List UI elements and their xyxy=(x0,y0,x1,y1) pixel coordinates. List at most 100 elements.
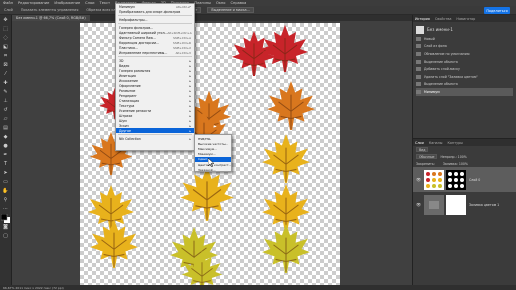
history-step[interactable]: Минимум xyxy=(416,88,513,96)
tab-history[interactable]: История xyxy=(415,17,430,21)
filter-menu-item[interactable]: Другое ▸ xyxy=(116,128,194,133)
history-step-icon xyxy=(416,67,421,72)
layer-mask-thumbnail[interactable] xyxy=(446,169,466,190)
blur-tool-icon[interactable]: ◆ xyxy=(1,133,11,141)
filter-menu-item-label: Стилизация xyxy=(119,98,140,103)
filter-menu-item[interactable]: Преобразовать для смарт-фильтров xyxy=(116,9,194,14)
menu-item[interactable]: Текст xyxy=(100,1,111,5)
filter-menu-item-label: Эскиз xyxy=(119,123,129,128)
tab-paths[interactable]: Контуры xyxy=(447,141,463,145)
color-swatches-icon[interactable] xyxy=(1,213,11,223)
submenu-item[interactable]: Заказной... xyxy=(195,167,231,172)
options-item[interactable]: Показать элементы управления xyxy=(21,8,79,12)
menu-item[interactable]: Справка xyxy=(231,1,247,5)
hand-tool-icon[interactable]: ✋ xyxy=(1,187,11,195)
layer-kind-select[interactable]: Вид xyxy=(416,147,429,152)
select-and-mask-button[interactable]: Выделение и маска... xyxy=(207,7,254,13)
filter-menu-shortcut: Shift+Ctrl+X xyxy=(173,45,191,50)
type-tool-icon[interactable]: T xyxy=(1,160,11,168)
history-brush-tool-icon[interactable]: ↺ xyxy=(1,106,11,114)
maple-leaf-image xyxy=(267,81,315,130)
stamp-tool-icon[interactable]: ⊥ xyxy=(1,97,11,105)
filter-menu-item-label: Видео xyxy=(119,63,130,68)
submenu-arrow-icon: ▸ xyxy=(189,113,191,118)
history-step-label: Удалить слой "Заливка цветом" xyxy=(424,74,478,79)
options-item[interactable]: Слой xyxy=(4,8,13,12)
history-snapshot[interactable]: Без имени-1 xyxy=(416,24,513,35)
layer-row-1[interactable]: 👁 Заливка цветом 1 xyxy=(413,192,516,217)
filter-menu-item-label: Галерея фильтров... xyxy=(119,25,154,30)
visibility-eye-icon[interactable]: 👁 xyxy=(416,202,421,207)
filter-menu-item[interactable]: Коррекция дисторсии... Shift+Ctrl+R xyxy=(116,40,194,45)
screen-mode-icon[interactable]: ▢ xyxy=(1,232,11,240)
gradient-tool-icon[interactable]: ▤ xyxy=(1,124,11,132)
menu-item[interactable]: Изображение xyxy=(54,1,80,5)
more-tools-icon[interactable]: ⋯ xyxy=(1,205,11,213)
pen-tool-icon[interactable]: ✒ xyxy=(1,151,11,159)
history-step[interactable]: Добавить слой-маску xyxy=(416,65,513,73)
filter-menu-item[interactable]: Фильтр Camera Raw... Shift+Ctrl+A xyxy=(116,35,194,40)
filter-menu-item[interactable]: Адаптивный широкий угол... Alt+Shift+Ctrl… xyxy=(116,30,194,35)
layer-mask-thumbnail[interactable] xyxy=(446,194,466,215)
history-step[interactable]: Выделение объекта xyxy=(416,58,513,66)
history-step[interactable]: Слой из фона xyxy=(416,43,513,51)
history-step[interactable]: Выделение объекта xyxy=(416,81,513,89)
tab-navigator[interactable]: Навигатор xyxy=(456,17,475,21)
options-bar: Слой Показать элементы управления Обрезк… xyxy=(0,6,516,15)
layer-row-0[interactable]: 👁 Слой 0 xyxy=(413,167,516,192)
quick-mask-icon[interactable]: ◙ xyxy=(1,223,11,231)
menu-item[interactable]: Окно xyxy=(216,1,226,5)
visibility-eye-icon[interactable]: 👁 xyxy=(416,177,421,182)
shape-tool-icon[interactable]: ▭ xyxy=(1,178,11,186)
history-step[interactable]: Удалить слой "Заливка цветом" xyxy=(416,73,513,81)
filter-menu-shortcut: Shift+Ctrl+R xyxy=(173,40,191,45)
submenu-arrow-icon: ▸ xyxy=(189,78,191,83)
filter-menu-item-label: Рендеринг xyxy=(119,93,137,98)
menu-item[interactable]: Плагины xyxy=(194,1,211,5)
filter-menu-item[interactable]: Nik Collection ▸ xyxy=(116,136,194,141)
share-button[interactable]: Поделиться xyxy=(484,7,510,14)
submenu-arrow-icon: ▸ xyxy=(189,108,191,113)
submenu-item[interactable]: Высокие частоты... xyxy=(195,141,231,146)
filter-menu-item-label: Текстура xyxy=(119,103,135,108)
history-step-icon xyxy=(416,89,421,94)
history-step-label: Выделение объекта xyxy=(424,59,458,64)
submenu-arrow-icon: ▸ xyxy=(189,98,191,103)
dodge-tool-icon[interactable]: ● xyxy=(1,142,11,150)
history-step-icon xyxy=(416,44,421,49)
maple-leaf-image xyxy=(181,250,223,285)
filter-menu-item[interactable]: Нейрофильтры... xyxy=(116,17,194,22)
zoom-tool-icon[interactable]: ⚲ xyxy=(1,196,11,204)
brush-tool-icon[interactable]: ✎ xyxy=(1,88,11,96)
tab-layers[interactable]: Слои xyxy=(415,141,424,145)
menu-item[interactable]: Файл xyxy=(3,1,13,5)
move-tool-icon[interactable]: ✥ xyxy=(1,16,11,24)
layer-name: Заливка цветом 1 xyxy=(469,202,500,207)
tab-properties[interactable]: Свойства xyxy=(435,17,452,21)
history-step-icon xyxy=(416,74,421,79)
frame-tool-icon[interactable]: ⊠ xyxy=(1,61,11,69)
filter-menu-item-label: Размытие xyxy=(119,88,136,93)
history-list: Без имени-1 Новый Слой из фона Обновление … xyxy=(413,22,516,98)
menu-item[interactable]: Редактирование xyxy=(18,1,49,5)
history-step[interactable]: Новый xyxy=(416,35,513,43)
eraser-tool-icon[interactable]: ▱ xyxy=(1,115,11,123)
filter-menu-item[interactable]: Исправление перспективы... Alt+Ctrl+V xyxy=(116,50,194,55)
lasso-tool-icon[interactable]: ◌ xyxy=(1,34,11,42)
marquee-tool-icon[interactable]: ⬚ xyxy=(1,25,11,33)
healing-brush-tool-icon[interactable]: ✚ xyxy=(1,79,11,87)
filter-menu-item-label: Исправление перспективы... xyxy=(119,50,168,55)
object-select-tool-icon[interactable]: ⬕ xyxy=(1,43,11,51)
crop-tool-icon[interactable]: ⌗ xyxy=(1,52,11,60)
submenu-arrow-icon: ▸ xyxy=(189,128,191,133)
path-select-tool-icon[interactable]: ➤ xyxy=(1,169,11,177)
layer-thumbnail xyxy=(424,194,444,215)
eyedropper-tool-icon[interactable]: ⁄ xyxy=(1,70,11,78)
tab-channels[interactable]: Каналы xyxy=(429,141,443,145)
opacity-field[interactable]: Непрозр.: 100% xyxy=(440,155,466,159)
fill-field[interactable]: Заливка: 100% xyxy=(443,162,468,166)
submenu-item-label: Максимум... xyxy=(198,146,218,151)
menu-item[interactable]: Слои xyxy=(85,1,94,5)
history-step[interactable]: Обновление по умолчанию xyxy=(416,50,513,58)
blend-mode-select[interactable]: Обычные xyxy=(416,154,438,159)
